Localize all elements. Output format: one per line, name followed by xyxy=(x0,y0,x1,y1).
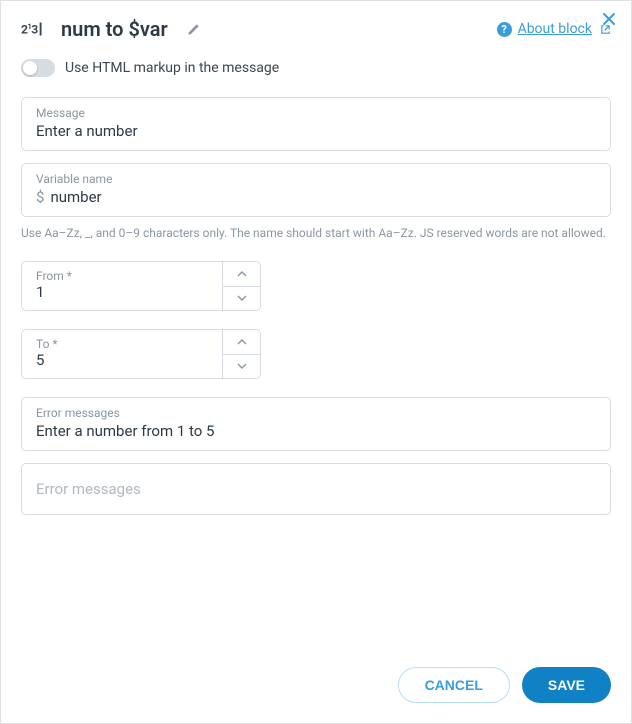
header: 2 1 3 num to $var ? About block xyxy=(21,17,611,41)
variable-name-label: Variable name xyxy=(36,172,596,186)
to-input[interactable]: 5 xyxy=(36,351,208,369)
num-block-icon: 2 1 3 xyxy=(21,18,49,40)
from-step-down[interactable] xyxy=(223,286,261,312)
block-config-panel: 2 1 3 num to $var ? About block Use HTML… xyxy=(1,1,631,723)
to-label: To * xyxy=(36,337,208,351)
svg-text:3: 3 xyxy=(31,23,38,37)
variable-name-field[interactable]: Variable name $ number xyxy=(21,163,611,217)
footer: CANCEL SAVE xyxy=(21,647,611,703)
dollar-icon: $ xyxy=(36,188,44,206)
error-messages-input-1[interactable]: Enter a number from 1 to 5 xyxy=(36,422,596,440)
message-label: Message xyxy=(36,106,596,120)
from-stepper xyxy=(223,261,261,311)
panel-title: num to $var xyxy=(61,17,168,41)
header-left: 2 1 3 num to $var xyxy=(21,17,201,41)
from-input[interactable]: 1 xyxy=(36,283,208,301)
html-markup-toggle-label: Use HTML markup in the message xyxy=(65,60,279,76)
edit-title-icon[interactable] xyxy=(186,22,201,37)
error-messages-field-1[interactable]: Error messages Enter a number from 1 to … xyxy=(21,397,611,451)
close-button[interactable] xyxy=(601,11,617,27)
variable-name-hint: Use Aa–Zz, _, and 0–9 characters only. T… xyxy=(21,225,611,241)
from-step-up[interactable] xyxy=(223,261,261,286)
to-step-up[interactable] xyxy=(223,329,261,354)
from-label: From * xyxy=(36,269,208,283)
from-field-wrap: From * 1 xyxy=(21,261,261,311)
error-messages-placeholder-2: Error messages xyxy=(36,480,141,498)
error-messages-field-2[interactable]: Error messages xyxy=(21,463,611,515)
about-block-link[interactable]: About block xyxy=(518,21,592,37)
cancel-button[interactable]: CANCEL xyxy=(398,667,510,703)
html-markup-toggle-row: Use HTML markup in the message xyxy=(21,59,611,77)
html-markup-toggle[interactable] xyxy=(21,59,55,77)
to-field-wrap: To * 5 xyxy=(21,329,261,379)
from-field[interactable]: From * 1 xyxy=(21,261,223,311)
to-field[interactable]: To * 5 xyxy=(21,329,223,379)
variable-name-input[interactable]: number xyxy=(50,188,596,206)
message-field[interactable]: Message Enter a number xyxy=(21,97,611,151)
save-button[interactable]: SAVE xyxy=(522,667,611,703)
error-messages-label-1: Error messages xyxy=(36,406,596,420)
help-icon: ? xyxy=(497,22,512,37)
header-right: ? About block xyxy=(497,21,611,37)
message-input[interactable]: Enter a number xyxy=(36,122,596,140)
to-stepper xyxy=(223,329,261,379)
to-step-down[interactable] xyxy=(223,354,261,380)
